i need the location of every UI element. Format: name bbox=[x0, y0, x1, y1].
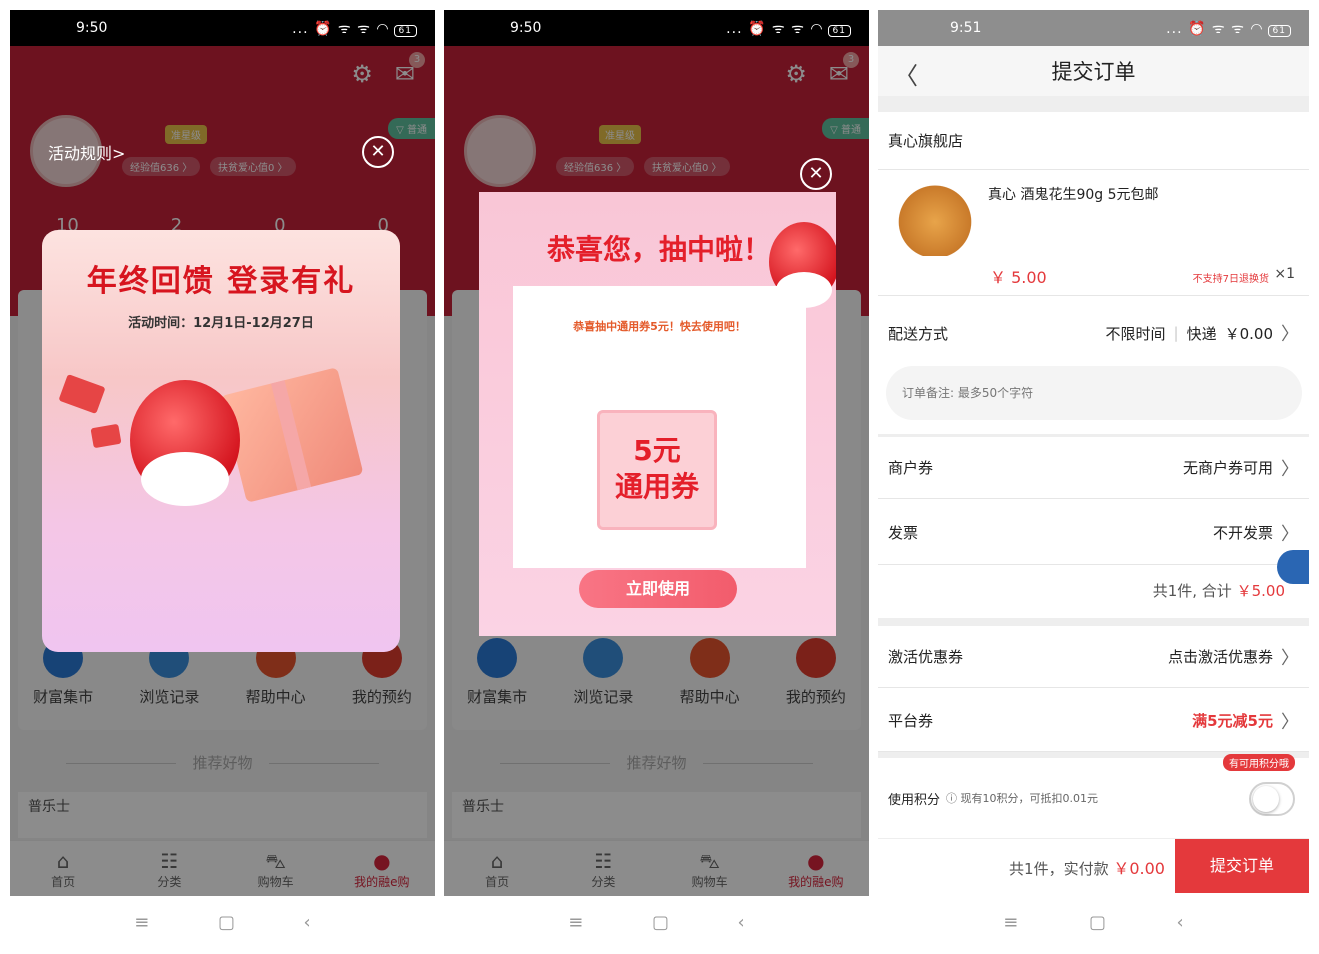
points-row: 使用积分 ⓘ 现有10积分，可抵扣0.01元 有可用积分哦 bbox=[878, 754, 1309, 828]
back-icon[interactable]: ‹ bbox=[1177, 912, 1184, 933]
points-toggle[interactable] bbox=[1249, 782, 1295, 816]
chevron-right-icon: 〉 bbox=[1281, 324, 1299, 345]
status-time: 9:51 bbox=[950, 20, 982, 36]
status-bar: 9:50 ... ⏰ ᯤ ᯤ ◠ 61 bbox=[444, 10, 869, 46]
product-price: ￥ 5.00 bbox=[990, 268, 1047, 287]
chevron-right-icon: 〉 bbox=[1281, 458, 1299, 480]
delivery-fee: ￥0.00 bbox=[1224, 324, 1273, 343]
order-remark-input[interactable]: 订单备注: 最多50个字符 bbox=[886, 366, 1302, 420]
activate-coupon-row[interactable]: 激活优惠券 点击激活优惠券〉 bbox=[878, 626, 1309, 688]
rules-link[interactable]: 活动规则> bbox=[48, 140, 125, 164]
points-badge: 有可用积分哦 bbox=[1223, 754, 1295, 771]
lottery-popup: 恭喜您，抽中啦！ 恭喜抽中通用券5元！快去使用吧！ 5元 通用券 立即使用 bbox=[479, 192, 836, 636]
product-title: 真心 酒鬼花生90g 5元包邮 bbox=[988, 187, 1159, 203]
submit-order-button[interactable]: 提交订单 bbox=[1175, 839, 1309, 893]
whale-float-icon[interactable] bbox=[1277, 550, 1309, 584]
red-envelope-icon bbox=[58, 374, 106, 414]
coupon-type: 通用券 bbox=[614, 470, 699, 503]
battery-icon: 61 bbox=[1267, 24, 1291, 37]
pay-label: 共1件，实付款 bbox=[1009, 860, 1109, 878]
chevron-right-icon: 〉 bbox=[1281, 523, 1299, 545]
popup-title: 恭喜您，抽中啦！ bbox=[547, 233, 772, 266]
return-policy-note: 不支持7日退换货 bbox=[1192, 274, 1269, 285]
activate-value: 点击激活优惠券 bbox=[1167, 648, 1273, 666]
gift-box-icon bbox=[220, 367, 364, 503]
red-envelope-icon bbox=[90, 423, 122, 449]
menu-icon[interactable]: ≡ bbox=[568, 912, 583, 933]
points-hint: ⓘ 现有10积分，可抵扣0.01元 bbox=[946, 792, 1099, 805]
status-time: 9:50 bbox=[510, 20, 542, 36]
menu-icon[interactable]: ≡ bbox=[134, 912, 149, 933]
shop-name: 真心旗舰店 bbox=[888, 132, 964, 150]
mascot-icon bbox=[130, 380, 240, 506]
home-button-icon[interactable]: ▢ bbox=[1089, 912, 1106, 933]
shop-row[interactable]: 真心旗舰店 bbox=[878, 112, 1309, 170]
points-label: 使用积分 bbox=[888, 792, 941, 808]
coupon-panel: 恭喜抽中通用券5元！快去使用吧！ 5元 通用券 bbox=[513, 286, 806, 568]
invoice-value: 不开发票 bbox=[1212, 524, 1273, 542]
battery-icon: 61 bbox=[393, 24, 417, 37]
divider bbox=[878, 96, 1309, 112]
activate-label: 激活优惠券 bbox=[888, 648, 964, 666]
invoice-row[interactable]: 发票 不开发票〉 bbox=[878, 501, 1309, 565]
coupon-amount: 5元 bbox=[633, 434, 681, 467]
status-icons: ... ⏰ ᯤ ᯤ ◠ 61 bbox=[726, 19, 851, 38]
battery-icon: 61 bbox=[827, 24, 851, 37]
invoice-label: 发票 bbox=[888, 524, 919, 542]
close-icon[interactable]: ✕ bbox=[800, 158, 832, 190]
merchant-coupon-row[interactable]: 商户券 无商户券可用〉 bbox=[878, 437, 1309, 499]
checkout-bar: 共1件，实付款 ￥0.00 提交订单 bbox=[878, 838, 1309, 893]
divider bbox=[878, 618, 1309, 626]
status-bar: 9:50 ... ⏰ ᯤ ᯤ ◠ 61 bbox=[10, 10, 435, 46]
page-title: 提交订单 bbox=[1051, 60, 1136, 84]
back-icon[interactable]: ‹ bbox=[738, 912, 745, 933]
pay-amount: ￥0.00 bbox=[1113, 859, 1165, 878]
chevron-right-icon: 〉 bbox=[1281, 711, 1299, 733]
system-nav-bar: ≡ ▢ ‹ bbox=[878, 896, 1309, 948]
platform-value: 满5元减5元 bbox=[1192, 712, 1273, 730]
status-icons: ... ⏰ ᯤ ᯤ ◠ 61 bbox=[1166, 19, 1291, 38]
home-button-icon[interactable]: ▢ bbox=[652, 912, 669, 933]
back-icon[interactable]: ‹ bbox=[304, 912, 311, 933]
delivery-method[interactable]: 快递 bbox=[1187, 323, 1217, 344]
merchant-coupon-label: 商户券 bbox=[888, 459, 934, 477]
system-nav-bar: ≡ ▢ ‹ bbox=[444, 896, 869, 948]
screen-submit-order: 9:51 ... ⏰ ᯤ ᯤ ◠ 61 〈 提交订单 真心旗舰店 真心 酒鬼花生9… bbox=[878, 10, 1309, 948]
product-item[interactable]: 真心 酒鬼花生90g 5元包邮 ￥ 5.00 不支持7日退换货 ×1 bbox=[878, 170, 1309, 296]
summary-amount: ￥5.00 bbox=[1236, 582, 1285, 600]
popup-subtitle: 活动时间：12月1日-12月27日 bbox=[128, 316, 314, 331]
summary-count: 共1件, 合计 bbox=[1152, 582, 1232, 600]
merchant-coupon-value: 无商户券可用 bbox=[1182, 459, 1273, 477]
status-bar: 9:51 ... ⏰ ᯤ ᯤ ◠ 61 bbox=[878, 10, 1309, 46]
page-header: 〈 提交订单 bbox=[878, 46, 1309, 96]
back-arrow-icon[interactable]: 〈 bbox=[894, 56, 918, 91]
coupon-card: 5元 通用券 bbox=[597, 410, 717, 530]
status-time: 9:50 bbox=[76, 20, 108, 36]
system-nav-bar: ≡ ▢ ‹ bbox=[10, 896, 435, 948]
platform-label: 平台券 bbox=[888, 712, 934, 730]
popup-title: 年终回馈 登录有礼 bbox=[86, 264, 356, 299]
divider: | bbox=[1173, 324, 1179, 342]
use-now-button[interactable]: 立即使用 bbox=[579, 570, 737, 608]
close-icon[interactable]: ✕ bbox=[362, 136, 394, 168]
popup-message: 恭喜抽中通用券5元！快去使用吧！ bbox=[573, 320, 746, 333]
product-quantity: ×1 bbox=[1274, 266, 1295, 282]
platform-coupon-row[interactable]: 平台券 满5元减5元〉 bbox=[878, 690, 1309, 752]
status-icons: ... ⏰ ᯤ ᯤ ◠ 61 bbox=[292, 19, 417, 38]
delivery-label: 配送方式 bbox=[888, 324, 949, 343]
screen-activity-popup: 9:50 ... ⏰ ᯤ ᯤ ◠ 61 ⚙ ✉ 3 准星级 经验值636 〉 扶贫爱… bbox=[10, 10, 435, 948]
screen-lottery-popup: 9:50 ... ⏰ ᯤ ᯤ ◠ 61 ⚙ ✉ 3 准星级 经验值636 〉 扶贫爱… bbox=[444, 10, 869, 948]
product-image bbox=[892, 180, 978, 256]
home-button-icon[interactable]: ▢ bbox=[218, 912, 235, 933]
order-summary: 共1件, 合计 ￥5.00 bbox=[1153, 580, 1285, 601]
chevron-right-icon: 〉 bbox=[1281, 647, 1299, 669]
pay-summary: 共1件，实付款 ￥0.00 bbox=[1009, 855, 1165, 879]
delivery-time[interactable]: 不限时间 bbox=[1106, 323, 1166, 344]
delivery-row[interactable]: 配送方式 不限时间 | 快递 ￥0.00 〉 bbox=[878, 306, 1309, 360]
activity-popup: 年终回馈 登录有礼 活动时间：12月1日-12月27日 bbox=[42, 230, 400, 652]
menu-icon[interactable]: ≡ bbox=[1003, 912, 1018, 933]
